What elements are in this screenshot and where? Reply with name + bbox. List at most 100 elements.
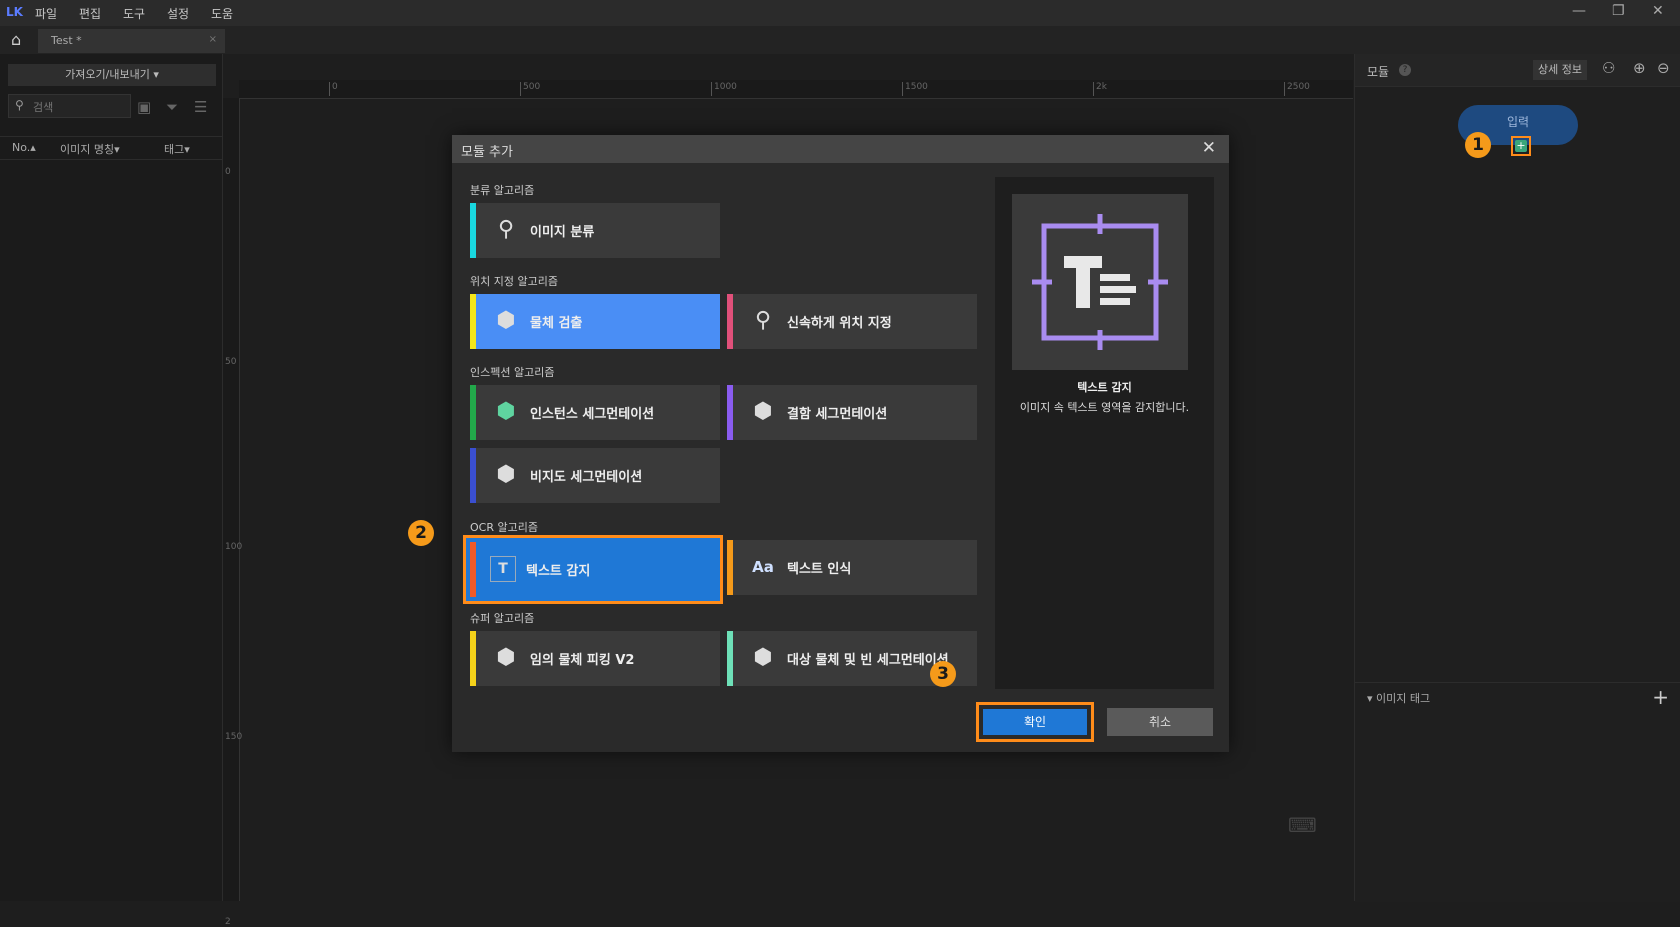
ruler-tick: 150 [225,732,243,742]
tab-bar: ⌂ Test * × [0,26,1680,54]
module-image-classification[interactable]: ⚲ 이미지 분류 [470,203,720,258]
ok-button[interactable]: 확인 [983,709,1087,735]
module-label: 인스턴스 세그먼테이션 [530,407,655,422]
module-text-detection-highlight[interactable]: T 텍스트 감지 [463,535,723,604]
filter-icon[interactable]: ⏷ [166,98,178,116]
add-module-icon[interactable]: + [1515,140,1527,152]
ok-button-highlight: 확인 [976,702,1094,742]
category-label: 슈퍼 알고리즘 [470,612,535,625]
module-defect-segmentation[interactable]: ⬢ 결함 세그먼테이션 [727,385,977,440]
module-object-detection[interactable]: ⬢ 물체 검출 [470,294,720,349]
image-tag-section: ▾ 이미지 태그 + [1355,682,1680,902]
module-unsupervised-segmentation[interactable]: ⬢ 비지도 세그먼테이션 [470,448,720,503]
ruler-tick: 2 [225,917,231,927]
ruler-vertical: 0 50 100 150 2 [223,98,243,927]
module-label: 임의 물체 피킹 V2 [530,653,635,668]
dialog-title: 모듈 추가 [461,145,513,160]
module-label: 결함 세그먼테이션 [787,407,888,422]
ruler-tick: 2500 [1284,82,1310,96]
ruler-tick: 100 [225,542,243,552]
ruler-tick: 2k [1093,82,1107,96]
add-module-dialog: 모듈 추가 ✕ 분류 알고리즘 ⚲ 이미지 분류 위치 지정 알고리즘 ⬢ 물체… [408,135,1229,752]
app-logo: LK [6,5,23,19]
tab-title: Test * [51,34,82,47]
search-box[interactable]: ⚲ [8,94,131,118]
minimize-button[interactable]: — [1572,3,1586,19]
preview-module-description: 이미지 속 텍스트 영역을 감지합니다. [1019,401,1190,414]
module-label: 텍스트 감지 [526,564,591,579]
ruler-tick: 1500 [902,82,928,96]
home-icon[interactable]: ⌂ [11,30,21,49]
detail-info-button[interactable]: 상세 정보 [1533,60,1587,80]
module-random-picking-v2[interactable]: ⬢ 임의 물체 피킹 V2 [470,631,720,686]
tab-close-icon[interactable]: × [209,34,217,45]
module-color-bar [470,294,476,349]
category-label: 인스펙션 알고리즘 [470,366,555,379]
module-preview: 텍스트 감지 이미지 속 텍스트 영역을 감지합니다. [995,177,1214,689]
hierarchy-icon[interactable]: ⚇ [1602,59,1615,77]
ruler-tick: 0 [329,82,338,96]
module-color-bar [470,631,476,686]
module-text-detection[interactable]: T 텍스트 감지 [470,542,716,597]
tab-test[interactable]: Test * × [38,29,225,53]
window-close-button[interactable]: ✕ [1652,3,1664,19]
zoom-in-icon[interactable]: ⊕ [1633,59,1646,77]
object-detection-icon: ⬢ [496,308,516,333]
module-color-bar [727,540,733,595]
list-view-icon[interactable]: ☰ [194,98,207,116]
module-text-recognition[interactable]: Aa 텍스트 인식 [727,540,977,595]
ruler-tick: 500 [520,82,540,96]
image-add-icon[interactable]: ▣ [137,98,151,116]
input-node-label: 입력 [1506,115,1530,129]
fast-positioning-icon: ⚲ [754,308,772,333]
menu-bar: LK 파일 편집 도구 설정 도움 — ❐ ✕ [0,0,1680,26]
add-module-highlight[interactable]: + [1511,136,1531,156]
defect-segmentation-icon: ⬢ [753,399,773,424]
keyboard-icon[interactable]: ⌨ [1288,813,1317,837]
module-color-bar [470,385,476,440]
menu-settings[interactable]: 설정 [167,5,189,22]
step-marker-3: 3 [930,661,956,687]
module-color-bar [470,448,476,503]
dialog-close-button[interactable]: ✕ [1202,138,1216,158]
column-no[interactable]: No.▴ [12,141,36,154]
module-color-bar [470,542,476,597]
ruler-tick: 1000 [711,82,737,96]
add-tag-button[interactable]: + [1652,685,1669,709]
module-color-bar [727,631,733,686]
unsupervised-segmentation-icon: ⬢ [496,462,516,487]
image-classification-icon: ⚲ [497,217,515,242]
category-label: 위치 지정 알고리즘 [470,275,558,288]
search-input[interactable] [31,97,131,117]
module-color-bar [727,385,733,440]
ruler-tick: 50 [225,357,237,367]
cancel-button[interactable]: 취소 [1107,708,1213,736]
image-tag-header[interactable]: ▾ 이미지 태그 [1367,690,1430,706]
text-detection-preview-icon [1012,194,1188,370]
zoom-out-icon[interactable]: ⊖ [1657,59,1670,77]
restore-button[interactable]: ❐ [1612,3,1625,19]
menu-tools[interactable]: 도구 [123,5,145,22]
module-color-bar [470,203,476,258]
menu-edit[interactable]: 편집 [79,5,101,22]
module-label: 신속하게 위치 지정 [787,316,892,331]
module-instance-segmentation[interactable]: ⬢ 인스턴스 세그먼테이션 [470,385,720,440]
step-marker-1: 1 [1465,132,1491,158]
help-icon[interactable]: ? [1399,64,1411,76]
module-fast-positioning[interactable]: ⚲ 신속하게 위치 지정 [727,294,977,349]
text-recognition-icon: Aa [752,558,774,576]
ruler-tick: 0 [225,167,231,177]
random-picking-icon: ⬢ [496,645,516,670]
module-color-bar [727,294,733,349]
column-image-name[interactable]: 이미지 명칭▾ [60,141,120,157]
menu-help[interactable]: 도움 [211,5,233,22]
module-label: 대상 물체 및 빈 세그먼테이션 [787,653,949,668]
category-label: OCR 알고리즘 [470,521,538,534]
import-export-button[interactable]: 가져오기/내보내기 ▾ [8,64,216,86]
menu-file[interactable]: 파일 [35,5,57,22]
module-panel: 모듈 ? 상세 정보 ⚇ ⊕ ⊖ 입력 + 1 ▾ 이미지 태그 + [1354,54,1680,902]
column-tag[interactable]: 태그▾ [164,141,190,157]
image-list-header: No.▴ 이미지 명칭▾ 태그▾ [0,136,222,160]
module-label: 비지도 세그먼테이션 [530,470,643,485]
ruler-horizontal: 0 500 1000 1500 2k 2500 [239,80,1353,99]
